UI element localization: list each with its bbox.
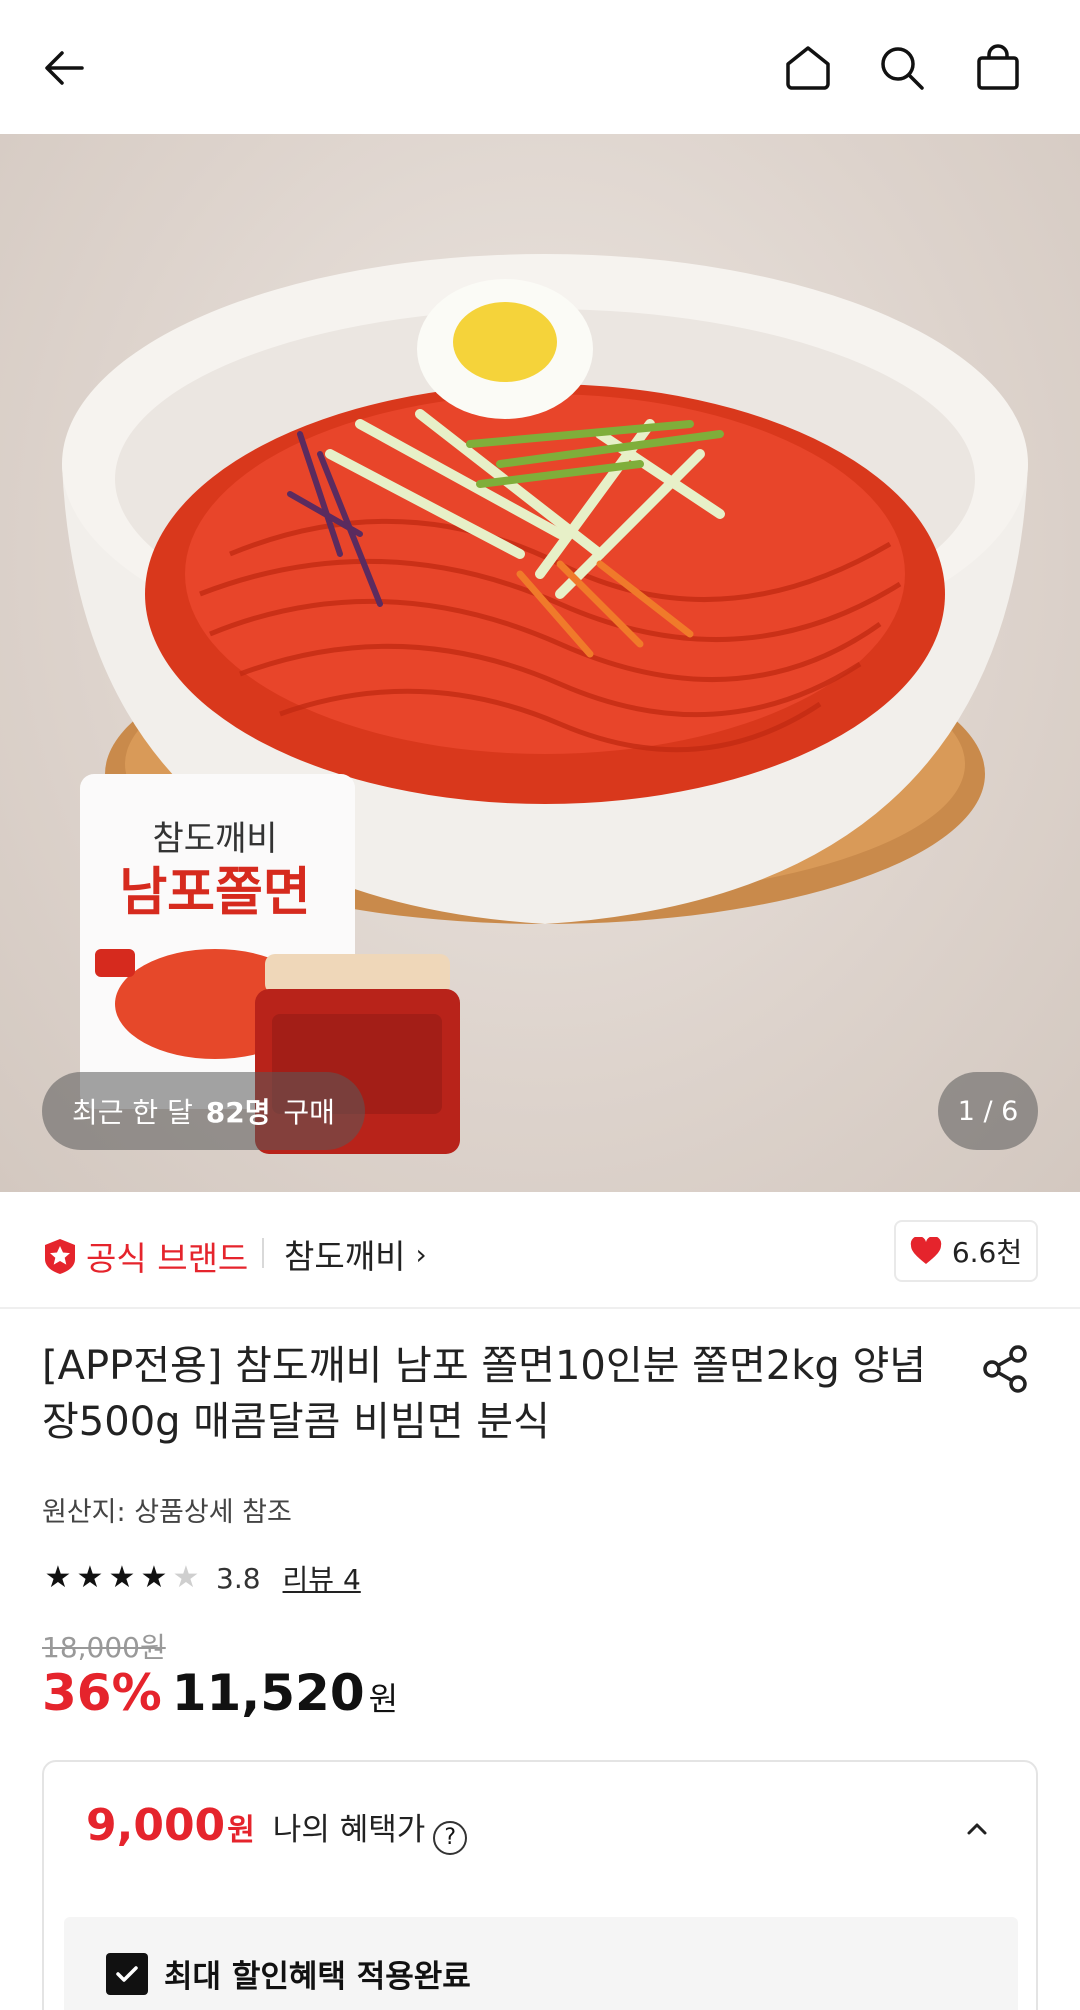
product-photo: 참도깨비 남포쫄면 [62, 254, 1028, 1154]
official-brand-label: 공식 브랜드 [86, 1239, 249, 1278]
back-arrow-icon[interactable] [26, 30, 102, 106]
official-star-badge-icon [45, 1239, 75, 1274]
top-navigation-bar [0, 0, 1080, 134]
search-icon[interactable] [864, 30, 940, 106]
star-rating: ★ ★ ★ ★ ★ [42, 1563, 202, 1593]
sale-price-currency: 원 [368, 1680, 399, 1718]
recent-purchase-prefix: 최근 한 달 [72, 1096, 193, 1129]
product-image-carousel[interactable]: 참도깨비 남포쫄면 최근 한 달 82명 구매 1 / 6 [0, 134, 1080, 1192]
svg-text:참도깨비: 참도깨비 [152, 819, 277, 859]
rating-value: 3.8 [216, 1561, 261, 1595]
checkbox-checked-icon[interactable] [106, 1952, 148, 1995]
recent-purchase-badge: 최근 한 달 82명 구매 [42, 1072, 365, 1150]
like-button[interactable]: 6.6천 [894, 1220, 1038, 1282]
discount-rate: 36% [42, 1664, 162, 1722]
price-row: 36% 11,520 원 [42, 1664, 398, 1722]
star-full-icon: ★ [108, 1560, 136, 1595]
like-count: 6.6천 [951, 1236, 1023, 1269]
sale-price: 11,520 [171, 1664, 365, 1722]
original-price: 18,000원 [42, 1631, 166, 1664]
shopping-bag-icon[interactable] [960, 30, 1036, 106]
benefit-price: 9,000 [86, 1800, 226, 1851]
star-full-icon: ★ [76, 1560, 104, 1595]
max-discount-applied-label: 최대 할인혜택 적용완료 [164, 1959, 471, 1995]
rating-row: ★ ★ ★ ★ ★ 3.8 리뷰 4 [42, 1558, 361, 1598]
heart-icon [910, 1237, 942, 1264]
recent-purchase-count: 82명 [205, 1096, 271, 1129]
benefit-price-currency: 원 [227, 1813, 255, 1848]
chevron-right-icon: › [415, 1237, 427, 1271]
brand-divider [262, 1238, 264, 1268]
star-full-icon: ★ [44, 1560, 72, 1595]
share-icon[interactable] [978, 1342, 1032, 1396]
home-icon[interactable] [770, 30, 846, 106]
benefit-label: 나의 혜택가 [272, 1812, 426, 1848]
star-full-icon: ★ [140, 1560, 168, 1595]
brand-row: 공식 브랜드 참도깨비 › 6.6천 [0, 1192, 1080, 1309]
svg-text:남포쫄면: 남포쫄면 [119, 863, 310, 923]
benefit-details: 최대 할인혜택 적용완료 [64, 1917, 1018, 2010]
brand-link[interactable]: 참도깨비 › [284, 1230, 427, 1278]
benefit-price-card: 9,000 원 나의 혜택가 ? 최대 할인혜택 적용완료 [42, 1760, 1038, 2010]
brand-name: 참도깨비 [284, 1237, 406, 1276]
recent-purchase-suffix: 구매 [283, 1096, 335, 1129]
image-counter: 1 / 6 [938, 1072, 1038, 1150]
product-title: [APP전용] 참도깨비 남포 쫄면10인분 쫄면2kg 양념장500g 매콤달… [42, 1343, 927, 1445]
official-brand-badge: 공식 브랜드 [42, 1232, 248, 1280]
review-link[interactable]: 리뷰 4 [283, 1558, 361, 1598]
star-empty-icon: ★ [172, 1560, 200, 1595]
help-icon[interactable]: ? [433, 1820, 468, 1855]
chevron-up-icon[interactable] [962, 1814, 992, 1844]
origin-info: 원산지: 상품상세 참조 [42, 1497, 292, 1528]
max-discount-applied-row[interactable]: 최대 할인혜택 적용완료 [106, 1951, 471, 1996]
benefit-header[interactable]: 9,000 원 나의 혜택가 ? [86, 1800, 468, 1855]
